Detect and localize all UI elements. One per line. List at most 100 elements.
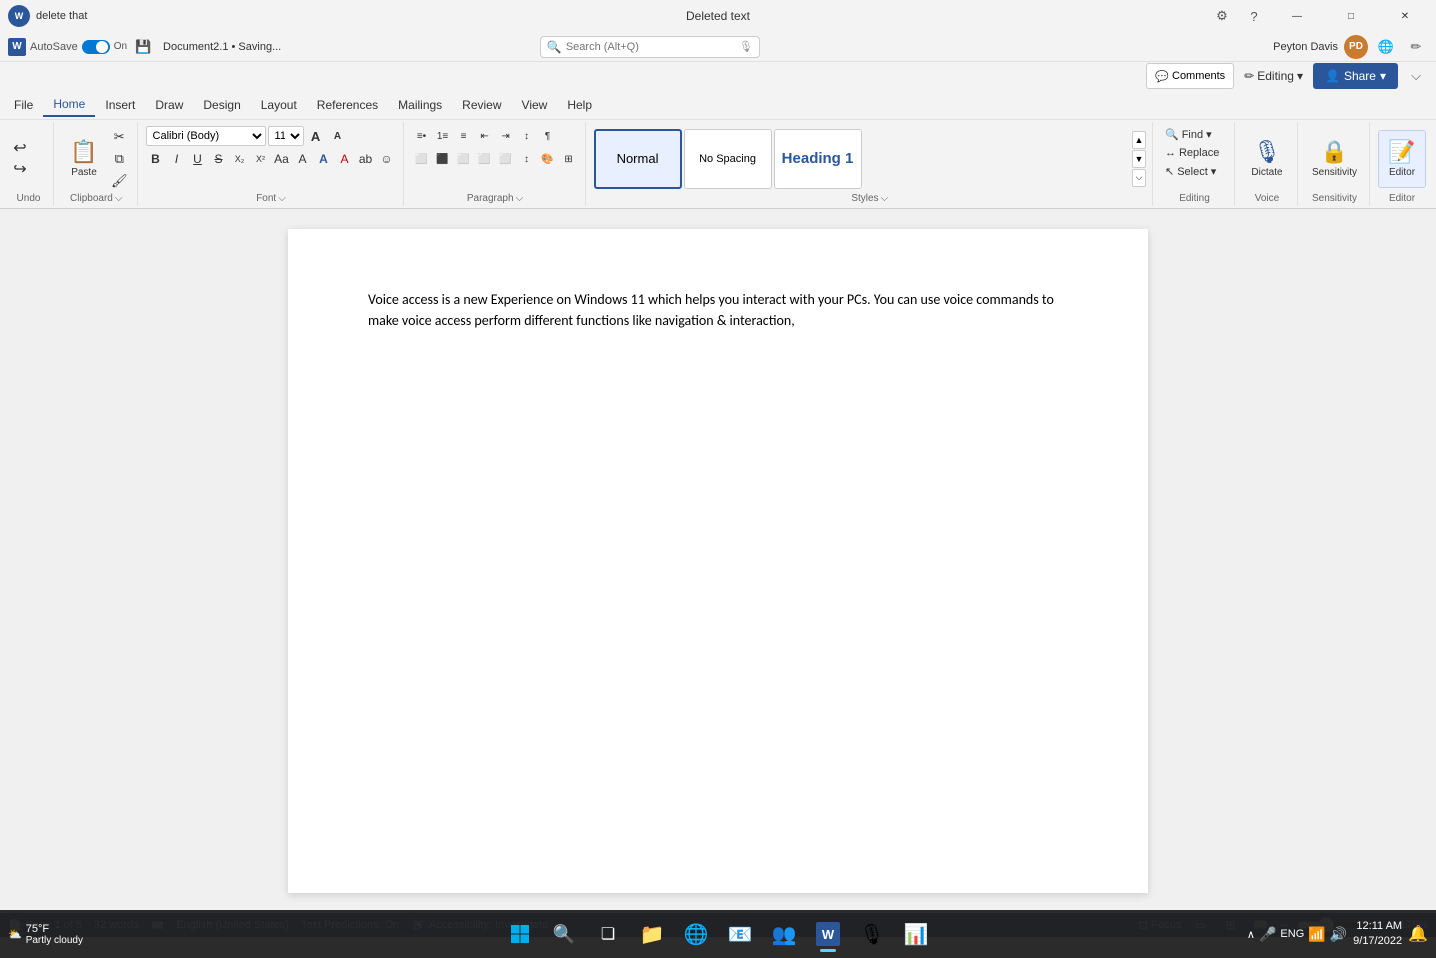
borders-button[interactable]: ⊞ [559, 149, 579, 169]
align-center-button[interactable]: ⬛ [433, 149, 453, 169]
tab-help[interactable]: Help [557, 94, 602, 116]
globe-icon[interactable]: 🌐 [1374, 35, 1398, 59]
select-button[interactable]: ↖ Select ▾ [1161, 163, 1220, 180]
align-right-button[interactable]: ⬜ [454, 149, 474, 169]
para-launcher-icon[interactable]: ⌵ [516, 193, 524, 204]
emoticon-button[interactable]: ☺ [377, 149, 397, 169]
clipboard-launcher-icon[interactable]: ⌵ [115, 193, 123, 204]
justify-button[interactable]: ⬜ [475, 149, 495, 169]
save-icon[interactable]: 💾 [131, 35, 155, 59]
font-color-button[interactable]: A [335, 149, 355, 169]
decrease-indent-button[interactable]: ⇤ [475, 126, 495, 146]
bullets-button[interactable]: ≡• [412, 126, 432, 146]
tray-up-icon[interactable]: ∧ [1247, 928, 1255, 941]
search-box[interactable]: 🔍 🎙 [540, 36, 760, 58]
tab-mailings[interactable]: Mailings [388, 94, 452, 116]
format-painter-button[interactable]: 🖌 [108, 171, 131, 191]
taskbar-app-teams[interactable]: 👥 [764, 914, 804, 954]
styles-launcher-icon[interactable]: ⌵ [881, 193, 889, 204]
task-view-button[interactable]: ❏ [588, 914, 628, 954]
style-heading1[interactable]: Heading 1 [774, 129, 862, 189]
document-page[interactable]: Voice access is a new Experience on Wind… [288, 229, 1148, 893]
highlight-button[interactable]: ab [356, 149, 376, 169]
tab-file[interactable]: File [4, 94, 43, 116]
microphone-tray-icon[interactable]: 🎤 [1259, 926, 1276, 943]
subscript-button[interactable]: X₂ [230, 149, 250, 169]
close-button[interactable]: ✕ [1382, 0, 1428, 32]
redo-button[interactable]: ↪ [10, 159, 30, 179]
underline-button[interactable]: U [188, 149, 208, 169]
comments-button[interactable]: 💬 Comments [1146, 63, 1234, 89]
dictate-button[interactable]: 🎙 Dictate [1243, 130, 1291, 188]
sort-button[interactable]: ↕ [517, 126, 537, 146]
style-normal[interactable]: Normal [594, 129, 682, 189]
settings-button[interactable]: ⚙ [1210, 4, 1234, 28]
multilevel-button[interactable]: ≡ [454, 126, 474, 146]
ribbon-collapse-icon[interactable]: ⌵ [1404, 64, 1428, 88]
tab-draw[interactable]: Draw [145, 94, 193, 116]
font-size-select[interactable]: 11 [268, 126, 304, 146]
taskbar-app-outlook[interactable]: 📧 [720, 914, 760, 954]
shading-button[interactable]: 🎨 [538, 149, 558, 169]
document-text[interactable]: Voice access is a new Experience on Wind… [368, 289, 1068, 331]
tab-design[interactable]: Design [193, 94, 250, 116]
taskbar-app-edge[interactable]: 🌐 [676, 914, 716, 954]
bold-button[interactable]: B [146, 149, 166, 169]
clear-format-button[interactable]: A [293, 149, 313, 169]
taskbar-app-extra[interactable]: 📊 [896, 914, 936, 954]
tab-references[interactable]: References [307, 94, 388, 116]
autosave-toggle[interactable] [82, 40, 110, 54]
taskbar-app-word[interactable]: W [808, 914, 848, 954]
tab-view[interactable]: View [512, 94, 558, 116]
editor-button[interactable]: 📝 Editor [1378, 130, 1426, 188]
search-input[interactable] [566, 41, 735, 53]
weather-widget[interactable]: ⛅ 75°F Partly cloudy [8, 923, 83, 946]
align-left-button[interactable]: ⬜ [412, 149, 432, 169]
columns-button[interactable]: ⬜ [496, 149, 516, 169]
cut-button[interactable]: ✂ [108, 127, 131, 147]
strikethrough-button[interactable]: S [209, 149, 229, 169]
start-button[interactable] [500, 914, 540, 954]
change-case-button[interactable]: Aa [272, 149, 292, 169]
pen-icon[interactable]: ✏ [1404, 35, 1428, 59]
taskbar-app-voice[interactable]: 🎙 [852, 914, 892, 954]
share-button[interactable]: 👤 Share ▾ [1313, 63, 1398, 89]
replace-button[interactable]: ↔ Replace [1161, 145, 1223, 161]
language-indicator[interactable]: ENG [1280, 928, 1304, 940]
notification-icon[interactable]: 🔔 [1408, 924, 1428, 944]
volume-icon[interactable]: 🔊 [1330, 926, 1347, 943]
font-family-select[interactable]: Calibri (Body) [146, 126, 266, 146]
tab-layout[interactable]: Layout [251, 94, 307, 116]
shrink-font-button[interactable]: A [328, 126, 348, 146]
font-launcher-icon[interactable]: ⌵ [278, 193, 286, 204]
gallery-scroll-up[interactable]: ▲ [1132, 131, 1146, 149]
style-no-spacing[interactable]: No Spacing [684, 129, 772, 189]
gallery-expand[interactable]: ⌵ [1132, 169, 1146, 187]
tab-home[interactable]: Home [43, 93, 95, 117]
paste-button[interactable]: 📋 Paste [62, 130, 106, 188]
minimize-button[interactable]: — [1274, 0, 1320, 32]
undo-button[interactable]: ↩ [10, 138, 30, 158]
numbering-button[interactable]: 1≡ [433, 126, 453, 146]
help-button[interactable]: ? [1242, 4, 1266, 28]
increase-indent-button[interactable]: ⇥ [496, 126, 516, 146]
wifi-icon[interactable]: 📶 [1308, 926, 1325, 943]
show-para-button[interactable]: ¶ [538, 126, 558, 146]
text-effects-button[interactable]: A [314, 149, 334, 169]
italic-button[interactable]: I [167, 149, 187, 169]
user-avatar[interactable]: PD [1344, 35, 1368, 59]
grow-font-button[interactable]: A [306, 126, 326, 146]
taskbar-app-explorer[interactable]: 📁 [632, 914, 672, 954]
copy-button[interactable]: ⧉ [108, 149, 131, 169]
editing-mode-button[interactable]: ✏ Editing ▾ [1240, 67, 1307, 85]
find-button[interactable]: 🔍 Find ▾ [1161, 126, 1216, 143]
sensitivity-button[interactable]: 🔒 Sensitivity [1306, 130, 1363, 188]
gallery-scroll-down[interactable]: ▼ [1132, 150, 1146, 168]
line-spacing-button[interactable]: ↕ [517, 149, 537, 169]
tab-review[interactable]: Review [452, 94, 511, 116]
system-clock[interactable]: 12:11 AM 9/17/2022 [1353, 919, 1402, 950]
search-button[interactable]: 🔍 [544, 914, 584, 954]
superscript-button[interactable]: X² [251, 149, 271, 169]
maximize-button[interactable]: □ [1328, 0, 1374, 32]
tab-insert[interactable]: Insert [95, 94, 145, 116]
